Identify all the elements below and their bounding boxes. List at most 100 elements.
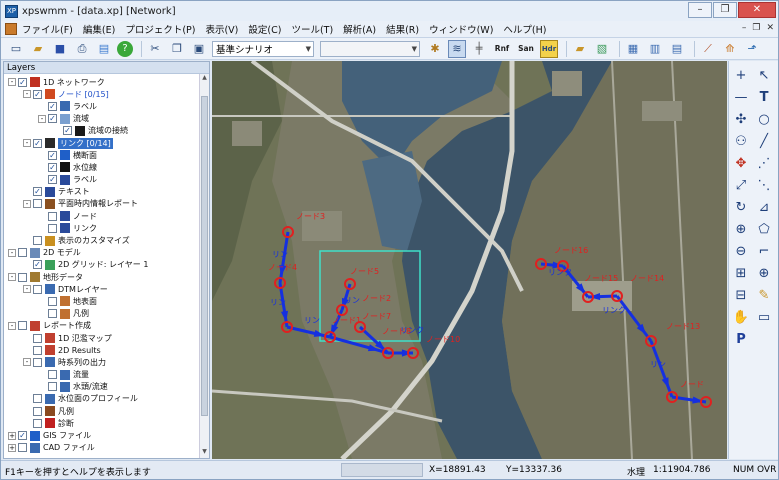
close-button[interactable]: ✕	[738, 2, 776, 18]
menu-window[interactable]: ウィンドウ(W)	[429, 22, 493, 36]
menu-settings[interactable]: 設定(C)	[248, 22, 281, 36]
layer-visibility-checkbox[interactable]: ✓	[48, 114, 57, 124]
layer-row[interactable]: - 時系列の出力	[4, 356, 209, 368]
grid-icon[interactable]: ▥	[646, 40, 664, 58]
dashed-line-icon[interactable]: ⋰	[755, 155, 773, 173]
layer-row[interactable]: 流量	[4, 369, 209, 381]
layer-row[interactable]: 凡例	[4, 308, 209, 320]
layer-visibility-checkbox[interactable]: ✓	[48, 101, 57, 111]
menu-file[interactable]: ファイル(F)	[22, 22, 73, 36]
copy-icon[interactable]: ❐	[168, 40, 186, 58]
layer-visibility-checkbox[interactable]	[48, 309, 57, 319]
network-tool-icon[interactable]: ⟋	[699, 40, 717, 58]
maximize-button[interactable]: ❐	[713, 2, 737, 18]
layer-visibility-checkbox[interactable]	[48, 370, 57, 380]
hdr-mode-button[interactable]: Hdr	[540, 39, 558, 58]
help-icon[interactable]: ?	[117, 40, 133, 57]
layer-row[interactable]: ✓ テキスト	[4, 186, 209, 198]
print-preview-icon[interactable]: ▤	[95, 40, 113, 58]
document-icon[interactable]	[5, 23, 17, 35]
layer-row[interactable]: 水位面のプロフィール	[4, 393, 209, 405]
layer-visibility-checkbox[interactable]	[48, 296, 57, 306]
new-file-icon[interactable]: ▭	[7, 40, 25, 58]
layers-icon[interactable]: ≋	[448, 39, 466, 58]
diagonal-line-icon[interactable]: ╱	[755, 133, 773, 151]
layer-visibility-checkbox[interactable]: ✓	[48, 150, 57, 160]
layer-row[interactable]: + CAD ファイル	[4, 442, 209, 454]
menu-project[interactable]: プロジェクト(P)	[125, 22, 195, 36]
ruler-icon[interactable]: ✎	[755, 287, 773, 305]
collapse-icon[interactable]: -	[8, 248, 16, 257]
layer-row[interactable]: - ✓ 流域	[4, 113, 209, 125]
layer-visibility-checkbox[interactable]: ✓	[63, 126, 72, 136]
map-canvas[interactable]: ノード3ノード4 ノード5ノード2ノード1ノード10ノード8ノード7ノード16ノー…	[212, 61, 727, 459]
layer-visibility-checkbox[interactable]: ✓	[33, 89, 42, 99]
collapse-icon[interactable]: -	[23, 139, 31, 148]
menu-view[interactable]: 表示(V)	[205, 22, 238, 36]
open-folder-icon[interactable]: ▰	[571, 40, 589, 58]
zoom-in-icon[interactable]: ⊕	[732, 221, 750, 239]
scroll-up-icon[interactable]: ▲	[201, 74, 208, 84]
layer-row[interactable]: 表示のカスタマイズ	[4, 234, 209, 246]
layer-row[interactable]: 凡例	[4, 405, 209, 417]
crosshair-icon[interactable]: +	[732, 67, 750, 85]
layer-visibility-checkbox[interactable]	[18, 443, 27, 453]
layer-visibility-checkbox[interactable]	[48, 211, 57, 221]
layer-row[interactable]: ✓ 流域の接続	[4, 125, 209, 137]
target-icon[interactable]: ⊕	[755, 265, 773, 283]
link-tool-icon[interactable]: ⤢	[732, 177, 750, 195]
layer-row[interactable]: - ✓ 1D ネットワーク	[4, 76, 209, 88]
network-map[interactable]: ノード3 ノード4 ノード5 ノード2 ノード1 ノード10 ノード8 ノード7 ノード16 ノー…	[212, 61, 727, 459]
expand-icon[interactable]: +	[8, 443, 16, 452]
layer-visibility-checkbox[interactable]: ✓	[48, 175, 57, 185]
layer-row[interactable]: 1D 氾濫マップ	[4, 332, 209, 344]
line-tool-icon[interactable]: —	[732, 89, 750, 107]
layer-row[interactable]: - 平面時内情報レポート	[4, 198, 209, 210]
title-bar[interactable]: XP xpswmm - [data.xp] [Network] – ❐ ✕	[1, 1, 778, 21]
layer-row[interactable]: ✓ ラベル	[4, 100, 209, 112]
layer-visibility-checkbox[interactable]	[33, 333, 42, 343]
profile-icon[interactable]: P	[732, 331, 750, 349]
layer-visibility-checkbox[interactable]	[33, 199, 42, 209]
layer-row[interactable]: - ✓ ノード [0/15]	[4, 88, 209, 100]
cut-icon[interactable]: ✂	[146, 40, 164, 58]
layer-visibility-checkbox[interactable]	[33, 345, 42, 355]
collapse-icon[interactable]: -	[38, 114, 46, 123]
layer-visibility-checkbox[interactable]	[33, 236, 42, 246]
layer-visibility-checkbox[interactable]	[18, 248, 27, 258]
stair-tool-icon[interactable]: ⌐	[755, 243, 773, 261]
collapse-icon[interactable]: -	[23, 285, 31, 294]
layers-scrollbar[interactable]: ▲ ▼	[199, 74, 209, 458]
paste-icon[interactable]: ▣	[190, 40, 208, 58]
layer-row[interactable]: - レポート作成	[4, 320, 209, 332]
layer-visibility-checkbox[interactable]: ✓	[33, 138, 42, 148]
layer-row[interactable]: - 地形データ	[4, 271, 209, 283]
measure-icon[interactable]: ⊿	[755, 199, 773, 217]
layer-row[interactable]: - ✓ リンク [0/14]	[4, 137, 209, 149]
layer-visibility-checkbox[interactable]	[33, 418, 42, 428]
move-tool-icon[interactable]: ✥	[732, 155, 750, 173]
image-icon[interactable]: ▧	[593, 40, 611, 58]
layer-visibility-checkbox[interactable]	[18, 321, 27, 331]
save-icon[interactable]: ■	[51, 40, 69, 58]
expand-icon[interactable]: +	[8, 431, 16, 440]
layer-row[interactable]: リンク	[4, 222, 209, 234]
scenario-select[interactable]: 基準シナリオ ▼	[212, 40, 314, 57]
menu-edit[interactable]: 編集(E)	[83, 22, 115, 36]
layer-visibility-checkbox[interactable]: ✓	[48, 162, 57, 172]
zoom-out-icon[interactable]: ⊖	[732, 243, 750, 261]
pipe-tool-icon[interactable]: ⟰	[721, 40, 739, 58]
print-icon[interactable]: ⎙	[73, 40, 91, 58]
table-icon[interactable]: ▦	[624, 40, 642, 58]
layer-row[interactable]: ✓ 横断面	[4, 149, 209, 161]
layer-visibility-checkbox[interactable]	[48, 382, 57, 392]
collapse-icon[interactable]: -	[8, 78, 16, 87]
scrollbar-thumb[interactable]	[201, 96, 208, 416]
collapse-icon[interactable]: -	[23, 358, 31, 367]
layer-row[interactable]: - DTMレイヤー	[4, 283, 209, 295]
layer-row[interactable]: 地表面	[4, 295, 209, 307]
connect-tool-icon[interactable]: ⚇	[732, 133, 750, 151]
text-tool-icon[interactable]: T	[755, 89, 773, 107]
menu-help[interactable]: ヘルプ(H)	[503, 22, 546, 36]
layer-row[interactable]: - 2D モデル	[4, 247, 209, 259]
